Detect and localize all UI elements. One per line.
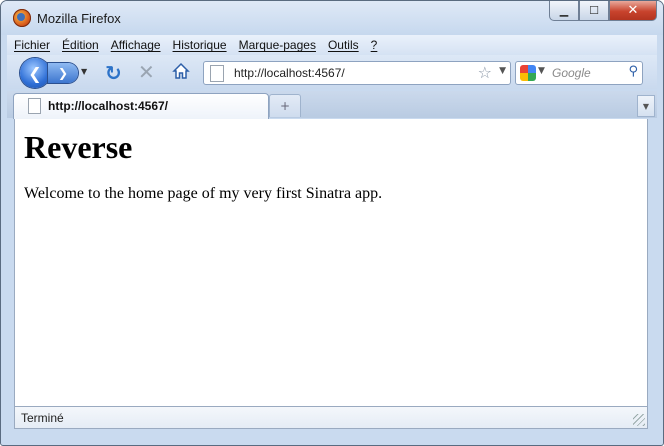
menu-help[interactable]: ?	[371, 38, 378, 52]
status-bar: Terminé	[14, 406, 648, 429]
title-bar[interactable]: Mozilla Firefox ▁ ☐ ✕	[1, 1, 663, 35]
home-icon[interactable]	[171, 61, 191, 81]
forward-button[interactable]: ❯	[48, 63, 78, 83]
browser-window: Mozilla Firefox ▁ ☐ ✕ Fichier Édition Af…	[0, 0, 664, 446]
url-history-dropdown-icon[interactable]: ▼	[499, 66, 506, 76]
maximize-button[interactable]: ☐	[579, 1, 609, 21]
firefox-logo-icon	[13, 9, 31, 27]
search-input[interactable]	[552, 62, 622, 84]
back-button[interactable]: ❮	[20, 58, 50, 88]
page-paragraph: Welcome to the home page of my very firs…	[24, 185, 383, 202]
minimize-icon: ▁	[559, 4, 569, 17]
resize-grip-icon[interactable]	[633, 414, 645, 426]
forward-arrow-icon: ❯	[57, 66, 69, 80]
maximize-icon: ☐	[589, 4, 599, 17]
page-icon	[210, 65, 224, 82]
plus-icon: +	[279, 99, 291, 113]
menu-outils[interactable]: Outils	[328, 38, 359, 52]
menu-fichier[interactable]: Fichier	[14, 38, 50, 52]
menu-bar: Fichier Édition Affichage Historique Mar…	[7, 35, 657, 55]
tab-bar: http://localhost:4567/ + ▼	[7, 91, 657, 119]
menu-historique[interactable]: Historique	[173, 38, 227, 52]
back-arrow-icon: ❮	[28, 63, 42, 83]
search-engine-dropdown-icon[interactable]: ▼	[538, 66, 545, 76]
google-engine-icon[interactable]	[520, 65, 536, 81]
address-bar[interactable]: ☆ ▼	[203, 61, 511, 85]
window-title: Mozilla Firefox	[37, 11, 121, 26]
page-heading: Reverse	[24, 129, 133, 165]
url-input[interactable]	[234, 62, 464, 84]
close-button[interactable]: ✕	[609, 1, 657, 21]
menu-marque-pages[interactable]: Marque-pages	[239, 38, 316, 52]
tab-localhost[interactable]: http://localhost:4567/	[13, 93, 269, 119]
minimize-button[interactable]: ▁	[549, 1, 579, 21]
tab-label: http://localhost:4567/	[48, 99, 169, 113]
tab-page-icon	[28, 98, 41, 114]
menu-affichage[interactable]: Affichage	[111, 38, 161, 52]
new-tab-button[interactable]: +	[269, 94, 301, 117]
menu-edition[interactable]: Édition	[62, 38, 99, 52]
close-icon: ✕	[627, 3, 639, 18]
tab-list-button[interactable]: ▼	[637, 95, 655, 117]
stop-icon[interactable]: ✕	[138, 60, 155, 84]
page-content: Reverse Welcome to the home page of my v…	[14, 119, 648, 408]
window-controls: ▁ ☐ ✕	[549, 1, 657, 21]
chevron-down-icon: ▼	[642, 101, 650, 111]
bookmark-star-icon[interactable]: ☆	[478, 63, 492, 82]
history-dropdown-icon[interactable]: ▼	[81, 67, 91, 77]
navigation-toolbar: ❮ ❯ ▼ ↻ ✕ ☆ ▼ ▼ ⚲	[7, 55, 657, 89]
search-bar[interactable]: ▼ ⚲	[515, 61, 643, 85]
status-text: Terminé	[21, 411, 64, 425]
reload-icon[interactable]: ↻	[105, 61, 122, 85]
search-icon[interactable]: ⚲	[628, 64, 638, 79]
